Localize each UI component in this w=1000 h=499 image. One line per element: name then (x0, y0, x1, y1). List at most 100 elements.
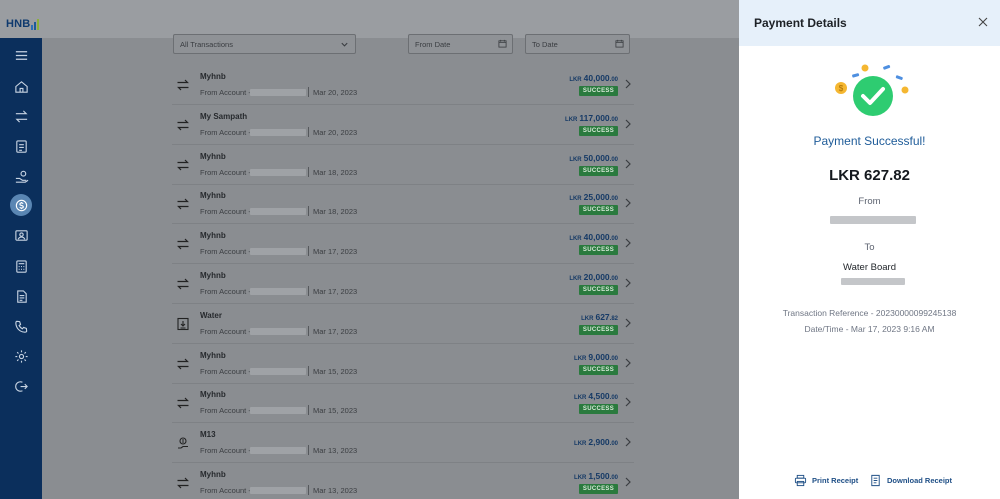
payments-icon[interactable] (10, 194, 32, 216)
transaction-row[interactable]: My Sampath From Account - Mar 20, 2023 LKR 1… (172, 106, 634, 145)
panel-title: Payment Details (754, 16, 847, 30)
amount-decimals: .00 (609, 196, 618, 203)
chevron-right-icon[interactable] (624, 397, 632, 407)
masked-account-number (250, 487, 306, 494)
status-badge: SUCCESS (578, 86, 618, 96)
from-account-label: From Account - (200, 247, 251, 257)
transaction-amount: LKR 40,000.00 (569, 232, 618, 242)
from-account-label: From Account - (200, 486, 251, 495)
amount-whole: 1,500 (588, 471, 610, 481)
download-receipt-button[interactable]: Download Receipt (869, 474, 952, 487)
transaction-row[interactable]: Myhnb From Account - Mar 17, 2023 LKR 40,000… (172, 225, 634, 265)
transaction-amount: LKR 117,000.00 (565, 113, 618, 123)
transaction-date: Mar 20, 2023 (313, 88, 358, 97)
menu-icon[interactable] (11, 45, 31, 65)
transaction-row[interactable]: Water From Account - Mar 17, 2023 LKR 627.82… (172, 305, 634, 344)
chevron-right-icon[interactable] (624, 198, 632, 208)
from-date-input[interactable]: From Date (408, 34, 513, 54)
separator (308, 206, 309, 217)
payee-icon (176, 436, 190, 450)
transfer-icon (176, 396, 190, 410)
logout-icon[interactable] (11, 376, 31, 396)
chevron-right-icon[interactable] (624, 119, 632, 129)
from-account-label: From Account - (200, 127, 251, 137)
status-badge: SUCCESS (578, 125, 618, 136)
phone-icon[interactable] (11, 316, 31, 336)
amount-decimals: .00 (609, 395, 618, 402)
to-date-input[interactable]: To Date (525, 34, 630, 54)
svg-text:$: $ (839, 84, 844, 93)
transfer-icon[interactable] (11, 106, 31, 126)
amount-whole: 627 (595, 311, 610, 322)
transaction-name: Myhnb (200, 191, 226, 201)
status-badge: SUCCESS (578, 285, 618, 295)
transaction-type-value: All Transactions (180, 39, 233, 49)
masked-from-account (830, 216, 916, 224)
print-receipt-button[interactable]: Print Receipt (794, 474, 858, 487)
chevron-right-icon[interactable] (624, 79, 632, 89)
logo-text: HNB (6, 18, 31, 30)
document-icon[interactable] (11, 286, 31, 306)
chevron-right-icon[interactable] (624, 238, 632, 248)
currency: LKR (569, 77, 582, 83)
chevron-right-icon[interactable] (624, 477, 632, 487)
transaction-row[interactable]: Myhnb From Account - Mar 17, 2023 LKR 20,000… (172, 265, 634, 304)
amount-decimals: .00 (609, 77, 618, 83)
separator (308, 126, 309, 137)
separator (308, 286, 309, 296)
transaction-row[interactable]: Myhnb From Account - Mar 15, 2023 LKR 4,500.… (172, 384, 634, 424)
transaction-name: M13 (200, 430, 216, 440)
transaction-row[interactable]: Myhnb From Account - Mar 20, 2023 LKR 40,000… (172, 66, 634, 105)
sidebar (0, 38, 42, 499)
transfer-icon (176, 237, 190, 251)
masked-account-number (250, 248, 306, 256)
transaction-amount: LKR 9,000.00 (574, 352, 618, 362)
amount-whole: 4,500 (588, 391, 610, 402)
cards-icon[interactable] (11, 225, 31, 245)
success-message: Payment Successful! (813, 134, 926, 148)
transfer-icon (176, 197, 190, 211)
transaction-row[interactable]: Myhnb From Account - Mar 15, 2023 LKR 9,000.… (172, 345, 634, 384)
chevron-right-icon[interactable] (624, 437, 632, 447)
transaction-row[interactable]: Myhnb From Account - Mar 18, 2023 LKR 25,000… (172, 185, 634, 225)
status-badge: SUCCESS (578, 484, 618, 494)
transaction-amount: LKR 1,500.00 (574, 471, 618, 481)
amount-decimals: .00 (609, 475, 618, 481)
masked-account-number (250, 208, 306, 216)
currency: LKR (574, 395, 587, 402)
settings-icon[interactable] (11, 346, 31, 366)
separator (308, 485, 309, 495)
chevron-right-icon[interactable] (624, 318, 632, 328)
to-label: To (864, 242, 875, 253)
transaction-datetime: Date/Time - Mar 17, 2023 9:16 AM (804, 324, 935, 334)
home-icon[interactable] (11, 76, 31, 96)
transaction-date: Mar 18, 2023 (313, 167, 358, 177)
transaction-date: Mar 18, 2023 (313, 207, 358, 217)
panel-header: Payment Details (739, 0, 1000, 46)
currency: LKR (569, 156, 582, 163)
transaction-date: Mar 15, 2023 (313, 366, 358, 376)
chevron-right-icon[interactable] (624, 278, 632, 288)
loan-icon[interactable] (11, 166, 31, 186)
transaction-row[interactable]: Myhnb From Account - Mar 18, 2023 LKR 50,000… (172, 146, 634, 185)
transaction-type-select[interactable]: All Transactions (173, 34, 356, 54)
separator (308, 87, 309, 97)
chevron-right-icon[interactable] (624, 358, 632, 368)
calculator-icon[interactable] (11, 256, 31, 276)
close-icon[interactable] (978, 17, 988, 27)
transaction-date: Mar 15, 2023 (313, 406, 358, 416)
transaction-reference: Transaction Reference - 2023000009924513… (782, 308, 957, 318)
transaction-amount: LKR 50,000.00 (569, 153, 618, 163)
chevron-down-icon (341, 42, 348, 47)
success-check-icon: $ (835, 64, 909, 116)
masked-account-number (250, 367, 306, 375)
statement-icon[interactable] (11, 136, 31, 156)
separator (308, 405, 309, 416)
hnb-logo[interactable]: HNB (6, 10, 40, 30)
payment-amount: LKR 627.82 (829, 167, 910, 184)
transaction-row[interactable]: M13 From Account - Mar 13, 2023 LKR 2,900.00 (172, 424, 634, 464)
transaction-row[interactable]: Myhnb From Account - Mar 13, 2023 LKR 1,500.… (172, 464, 634, 499)
chevron-right-icon[interactable] (624, 159, 632, 169)
transfer-icon (176, 277, 190, 291)
amount-decimals: .00 (609, 156, 618, 163)
